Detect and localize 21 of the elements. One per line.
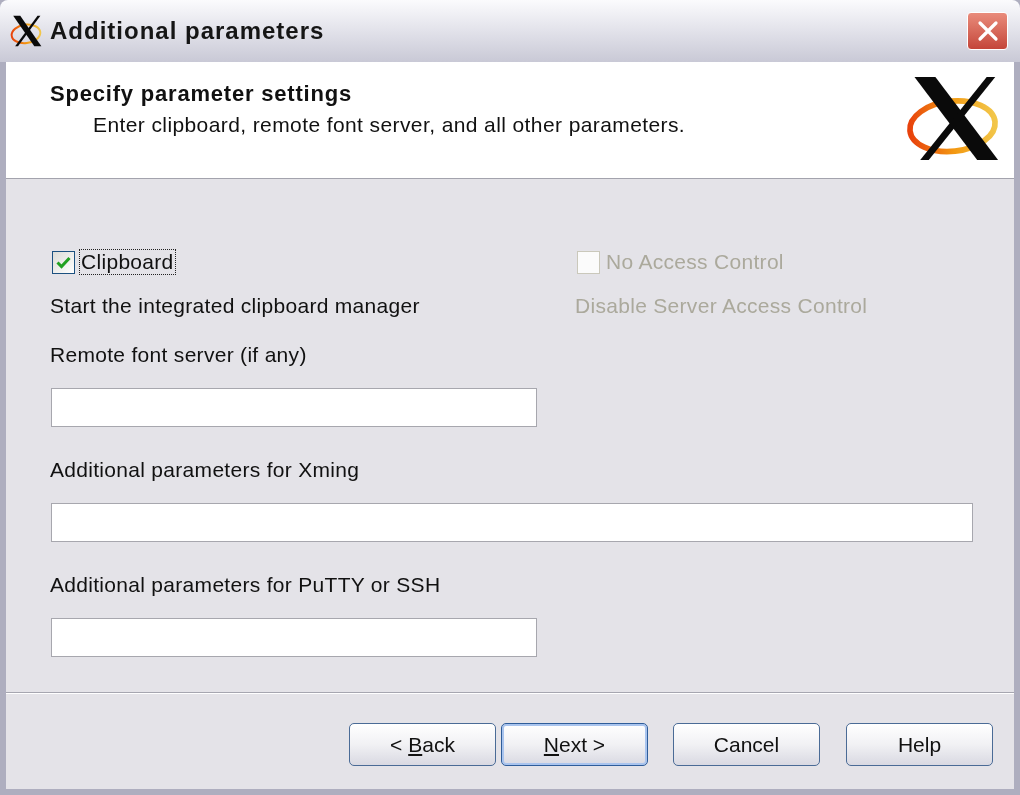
- field-label: Additional parameters for PuTTY or SSH: [50, 574, 441, 596]
- window-title: Additional parameters: [50, 17, 325, 45]
- header-subtitle: Enter clipboard, remote font server, and all other parameters.: [93, 113, 686, 137]
- option-description: Start the integrated clipboard manager: [50, 295, 420, 317]
- field-label: Additional parameters for Xming: [50, 459, 360, 481]
- option-description: Disable Server Access Control: [575, 295, 868, 317]
- dialog-button[interactable]: Help: [846, 723, 993, 766]
- close-button[interactable]: [967, 12, 1008, 50]
- input-field[interactable]: [51, 618, 537, 657]
- dialog-button[interactable]: Cancel: [673, 723, 820, 766]
- checkbox-label[interactable]: Clipboard: [79, 249, 176, 275]
- dialog-button[interactable]: Next >: [501, 723, 648, 766]
- dialog-button[interactable]: < Back: [349, 723, 496, 766]
- input-field[interactable]: [51, 388, 537, 427]
- close-icon: [976, 20, 999, 42]
- header-title: Specify parameter settings: [50, 82, 353, 106]
- checkbox[interactable]: [52, 250, 75, 274]
- check-icon: [56, 255, 71, 269]
- x-ring-icon: [10, 15, 42, 47]
- input-field[interactable]: [51, 503, 973, 542]
- field-label: Remote font server (if any): [50, 344, 307, 366]
